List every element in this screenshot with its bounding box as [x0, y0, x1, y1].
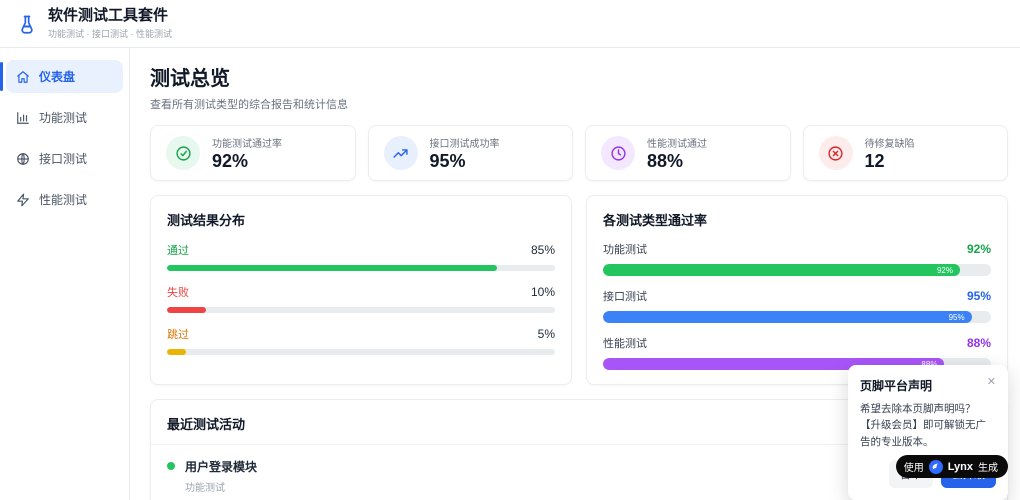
pass-rate-value: 92%: [966, 242, 991, 256]
stat-label: 待修复缺陷: [864, 138, 915, 150]
sidebar-item[interactable]: 接口测试: [6, 142, 123, 175]
progress-inner-label: 92%: [936, 265, 953, 275]
generator-badge[interactable]: 使用 Lynx 生成: [895, 455, 1008, 478]
sidebar-item-label: 仪表盘: [39, 70, 76, 84]
pass-rate-value: 95%: [966, 289, 991, 303]
stat-card: 待修复缺陷 12: [802, 125, 1008, 181]
status-dot: [167, 462, 175, 470]
charts-row: 测试结果分布 通过 85% 失败 10% 跳过 5% 各测试类型通过率 功能测试…: [150, 195, 1008, 385]
progress-fill: [167, 307, 206, 313]
popup-title: 页脚平台声明: [860, 379, 933, 393]
stat-value: 88%: [647, 150, 684, 171]
app-subtitle: 功能测试 · 接口测试 · 性能测试: [48, 29, 172, 39]
result-distribution-panel: 测试结果分布 通过 85% 失败 10% 跳过 5%: [150, 195, 572, 385]
pass-rate-label: 功能测试: [603, 244, 647, 256]
app-window: 软件测试工具套件 功能测试 · 接口测试 · 性能测试 仪表盘 功能测试 接口测…: [0, 0, 1020, 500]
badge-brand: Lynx: [947, 460, 973, 473]
trending-up-icon: [383, 136, 418, 170]
pass-rate-value: 88%: [966, 336, 991, 350]
distribution-row: 失败 10%: [167, 284, 555, 313]
panel-title: 测试结果分布: [167, 213, 246, 228]
globe-icon: [16, 152, 30, 166]
bar-chart-icon: [16, 111, 30, 125]
home-icon: [16, 70, 30, 84]
footer-statement-popup: 页脚平台声明 ✕ 希望去除本页脚声明吗？【升级会员】即可解锁无广告的专业版本。 …: [848, 365, 1008, 500]
distribution-value: 10%: [530, 285, 555, 299]
lynx-logo-icon: [928, 459, 943, 474]
page-subtitle: 查看所有测试类型的综合报告和统计信息: [150, 99, 348, 111]
sidebar-item[interactable]: 性能测试: [6, 183, 123, 216]
x-circle-icon: [818, 136, 853, 170]
progress-track: 95%: [603, 311, 991, 323]
top-header: 软件测试工具套件 功能测试 · 接口测试 · 性能测试: [0, 0, 1020, 48]
distribution-label: 通过: [167, 245, 189, 257]
distribution-label: 跳过: [167, 329, 189, 341]
stat-card: 功能测试通过率 92%: [150, 125, 356, 181]
stat-value: 12: [864, 150, 885, 171]
progress-fill: 95%: [603, 311, 972, 323]
app-title-block: 软件测试工具套件 功能测试 · 接口测试 · 性能测试: [48, 7, 172, 40]
activity-type: 功能测试: [185, 483, 225, 494]
progress-track: [167, 265, 555, 271]
progress-fill: 92%: [603, 264, 960, 276]
close-icon[interactable]: ✕: [987, 377, 996, 388]
stat-label: 性能测试通过: [647, 138, 707, 150]
activity-title: 用户登录模块: [185, 460, 258, 474]
test-tube-logo-icon: [16, 13, 38, 35]
sidebar-item-label: 接口测试: [39, 152, 88, 166]
sidebar-item[interactable]: 功能测试: [6, 101, 123, 134]
check-circle-icon: [166, 136, 200, 170]
progress-track: [167, 349, 555, 355]
progress-inner-label: 95%: [948, 312, 965, 322]
progress-track: 92%: [603, 264, 991, 276]
sidebar-item[interactable]: 仪表盘: [0, 60, 123, 93]
progress-fill: [167, 265, 497, 271]
clock-icon: [601, 136, 635, 170]
stat-label: 功能测试通过率: [212, 138, 282, 150]
stat-card: 接口测试成功率 95%: [367, 125, 573, 181]
pass-rate-row: 接口测试 95% 95%: [603, 288, 991, 323]
app-title: 软件测试工具套件: [48, 7, 169, 24]
pass-rate-label: 性能测试: [603, 338, 647, 350]
badge-suffix: 生成: [978, 463, 998, 474]
sidebar-item-label: 功能测试: [39, 111, 88, 125]
distribution-row: 跳过 5%: [167, 326, 555, 355]
progress-fill: [167, 349, 187, 355]
stats-row: 功能测试通过率 92% 接口测试成功率 95% 性能测试通过 88% 待修复缺陷…: [150, 125, 1008, 181]
sidebar-item-label: 性能测试: [39, 193, 88, 207]
stat-card: 性能测试通过 88%: [585, 125, 791, 181]
distribution-value: 5%: [537, 327, 555, 341]
progress-track: [167, 307, 555, 313]
distribution-value: 85%: [530, 243, 555, 257]
distribution-row: 通过 85%: [167, 242, 555, 271]
panel-title: 各测试类型通过率: [603, 213, 708, 228]
pass-rate-row: 功能测试 92% 92%: [603, 241, 991, 276]
badge-prefix: 使用: [903, 463, 924, 474]
stat-value: 92%: [212, 150, 249, 171]
type-pass-rate-panel: 各测试类型通过率 功能测试 92% 92% 接口测试 95% 95% 性能测试 …: [586, 195, 1008, 385]
stat-value: 95%: [429, 150, 466, 171]
popup-message: 希望去除本页脚声明吗？【升级会员】即可解锁无广告的专业版本。: [860, 403, 986, 448]
distribution-label: 失败: [167, 287, 189, 299]
pass-rate-label: 接口测试: [603, 291, 647, 303]
sidebar-nav: 仪表盘 功能测试 接口测试 性能测试: [0, 48, 130, 500]
page-title: 测试总览: [150, 68, 230, 90]
zap-icon: [16, 193, 30, 207]
stat-label: 接口测试成功率: [429, 138, 500, 150]
